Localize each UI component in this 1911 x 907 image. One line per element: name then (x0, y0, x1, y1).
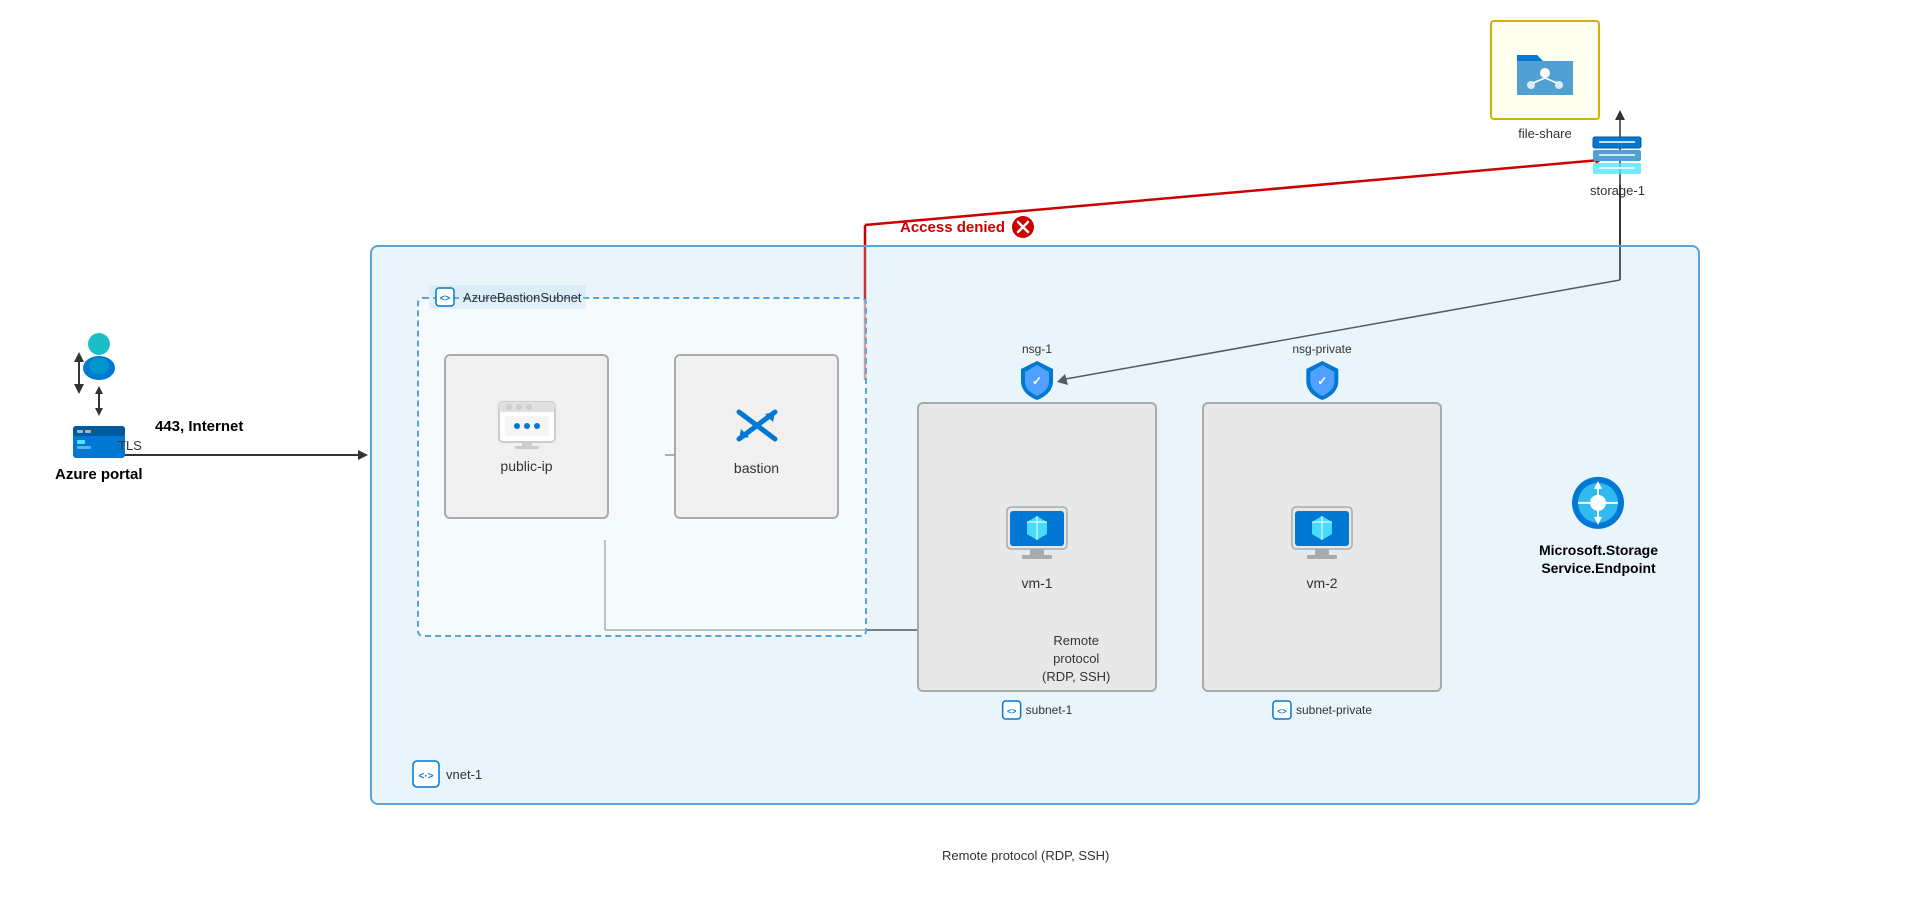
public-ip-label: public-ip (500, 458, 552, 474)
user-icon (75, 330, 123, 382)
tls-text: TLS (118, 438, 142, 453)
subnet1-label-row: <> subnet-1 (1002, 700, 1073, 720)
diagram-container: Azure portal TLS 443, Internet <> AzureB… (0, 0, 1911, 907)
bastion-box: bastion (674, 354, 839, 519)
vnet-label-text: vnet-1 (446, 767, 482, 782)
tls-label-group: TLS (118, 438, 148, 453)
access-denied-text: Access denied (900, 219, 1005, 236)
vnet-icon: <·> (412, 760, 440, 788)
svg-text:✓: ✓ (1317, 374, 1327, 388)
file-share-label: file-share (1518, 126, 1571, 141)
connection-label-group: 443, Internet (155, 418, 243, 435)
vm1-group: vm-1 (919, 404, 1155, 690)
svg-text:<>: <> (440, 293, 451, 303)
public-ip-icon (497, 400, 557, 450)
nsg1-label: nsg-1 (1022, 342, 1052, 356)
file-share-group: file-share (1490, 20, 1600, 141)
vm2-icon (1287, 503, 1357, 567)
portal-icon (73, 420, 125, 458)
nsg1-icon: ✓ (1019, 359, 1055, 401)
svg-text:✓: ✓ (1032, 374, 1042, 388)
access-denied-icon (1011, 215, 1035, 239)
bastion-subnet-icon: <> (433, 285, 457, 309)
storage-icon (1591, 135, 1643, 179)
access-denied-group: Access denied (900, 215, 1035, 239)
connection-label: 443, Internet (155, 418, 243, 435)
remote-protocol-1-label: Remote protocol (RDP, SSH) (1042, 632, 1110, 687)
subnet-private-container: nsg-private ✓ (1202, 402, 1442, 692)
subnet-private-label: subnet-private (1296, 703, 1372, 717)
storage-group: storage-1 (1590, 135, 1645, 198)
subnet-private-label-row: <> subnet-private (1272, 700, 1372, 720)
nsg-private-icon: ✓ (1304, 359, 1340, 401)
bastion-subnet: <> AzureBastionSubnet (417, 297, 867, 637)
file-share-icon (1513, 41, 1577, 99)
public-ip-box: public-ip (444, 354, 609, 519)
subnet-private-icon: <> (1272, 700, 1292, 720)
file-share-box (1490, 20, 1600, 120)
vm2-label: vm-2 (1306, 575, 1337, 591)
vm1-label: vm-1 (1021, 575, 1052, 591)
service-endpoint-group: Microsoft.Storage Service.Endpoint (1539, 473, 1658, 577)
vertical-double-arrow (93, 386, 105, 416)
bastion-subnet-label: AzureBastionSubnet (463, 290, 582, 305)
azure-portal-group: Azure portal (55, 330, 143, 483)
subnet1-icon: <> (1002, 700, 1022, 720)
vnet-label-group: <·> vnet-1 (412, 760, 482, 788)
nsg1-group: nsg-1 ✓ (1019, 342, 1055, 401)
subnet1-label: subnet-1 (1026, 703, 1073, 717)
nsg-private-label: nsg-private (1292, 342, 1351, 356)
bastion-label: bastion (734, 460, 779, 476)
subnet-1-container: nsg-1 ✓ (917, 402, 1157, 692)
storage-label: storage-1 (1590, 183, 1645, 198)
service-endpoint-icon (1568, 473, 1628, 533)
vm2-group: vm-2 (1204, 404, 1440, 690)
nsg-private-group: nsg-private ✓ (1292, 342, 1351, 401)
remote-protocol-2-label: Remote protocol (RDP, SSH) (942, 847, 1109, 865)
svg-text:<·>: <·> (418, 771, 433, 782)
bastion-subnet-label-row: <> AzureBastionSubnet (429, 285, 586, 309)
azure-portal-label: Azure portal (55, 466, 143, 483)
service-endpoint-label: Microsoft.Storage Service.Endpoint (1539, 541, 1658, 577)
svg-text:<>: <> (1007, 707, 1017, 716)
svg-text:<>: <> (1277, 707, 1287, 716)
bastion-icon (727, 397, 787, 452)
vm1-icon (1002, 503, 1072, 567)
vnet-container: <> AzureBastionSubnet (370, 245, 1700, 805)
